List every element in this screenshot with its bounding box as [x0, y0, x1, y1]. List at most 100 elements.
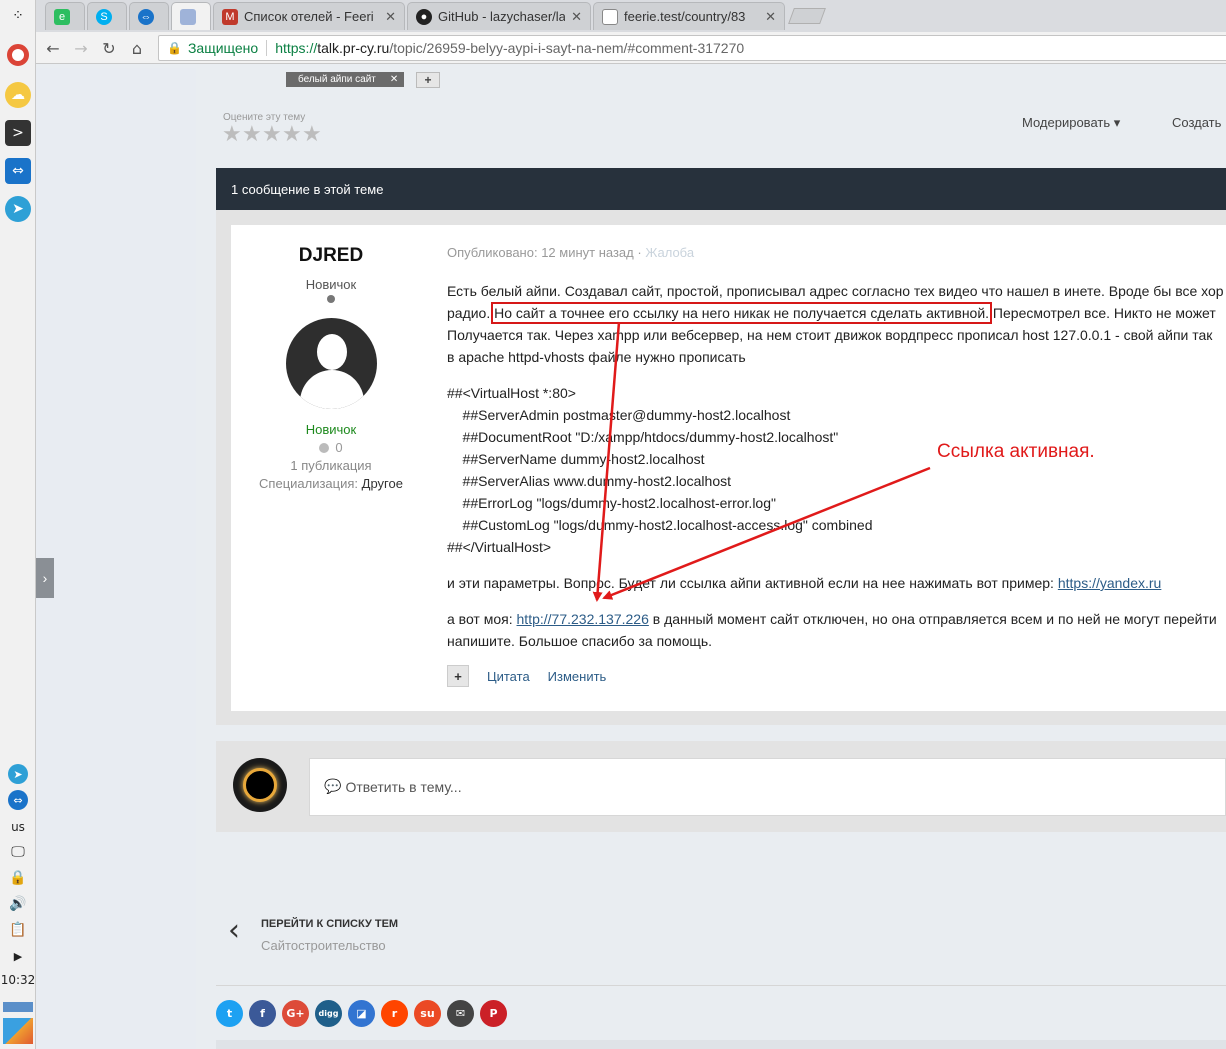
multiquote-button[interactable]: +: [447, 665, 469, 687]
create-button[interactable]: Создать: [1172, 115, 1221, 130]
chrome-icon[interactable]: [7, 44, 29, 66]
workspace-thumbnail[interactable]: [3, 1018, 33, 1044]
vhost-config: ##<VirtualHost *:80> ##ServerAdmin postm…: [447, 382, 1226, 558]
star-icon[interactable]: ★: [282, 123, 302, 147]
telegram-tray-icon[interactable]: ➤: [8, 764, 28, 784]
tab-hotels[interactable]: M Список отелей - Feeri ✕: [213, 2, 405, 30]
reload-icon[interactable]: ↻: [98, 37, 120, 59]
config-line: ##<VirtualHost *:80>: [447, 385, 576, 401]
text-line: в apache httpd-vhosts файле нужно пропис…: [447, 349, 746, 365]
tab-label: feerie.test/country/83: [624, 9, 746, 24]
current-user-avatar[interactable]: [233, 758, 287, 812]
author-name[interactable]: DJRED: [231, 245, 431, 267]
close-icon[interactable]: ✕: [571, 9, 582, 25]
avatar-body: [300, 370, 364, 409]
sidebar-toggle-button[interactable]: ›: [36, 558, 54, 598]
quote-link[interactable]: Цитата: [487, 669, 530, 684]
lock-icon[interactable]: 🔒: [8, 868, 28, 888]
comment-icon: 💬: [324, 779, 342, 795]
pinned-tab-evernote[interactable]: e: [45, 2, 85, 30]
rating-stars[interactable]: ★ ★ ★ ★ ★: [222, 123, 322, 147]
os-taskbar: ⁘ ☁ > ⇔ ➤ ➤ ⇔ us 🖵 🔒 🔊 📋 ▶ 10:32: [0, 0, 36, 1049]
terminal-icon[interactable]: >: [5, 120, 31, 146]
moderate-dropdown[interactable]: Модерировать ▾: [1022, 115, 1120, 131]
add-tag-button[interactable]: +: [416, 72, 440, 88]
author-reputation: 0: [231, 440, 431, 455]
tray-expand-icon[interactable]: ▶: [8, 946, 28, 966]
teamviewer-tray-icon[interactable]: ⇔: [8, 790, 28, 810]
tab-github[interactable]: ● GitHub - lazychaser/la ✕: [407, 2, 591, 30]
stumbleupon-share-icon[interactable]: su: [414, 1000, 441, 1027]
reply-input[interactable]: 💬 Ответить в тему...: [309, 758, 1226, 816]
tab-feerie[interactable]: feerie.test/country/83 ✕: [593, 2, 785, 30]
paragraph-1: Есть белый айпи. Создавал сайт, простой,…: [447, 280, 1226, 368]
app-menu-icon[interactable]: ⁘: [8, 6, 28, 26]
google-plus-share-icon[interactable]: G+: [282, 1000, 309, 1027]
text-fragment: в данный момент сайт отключен, но она от…: [648, 611, 1217, 627]
post-actions: + Цитата Изменить: [447, 665, 606, 687]
teamviewer-icon[interactable]: ⇔: [5, 158, 31, 184]
rank-pip: [327, 295, 335, 303]
display-icon[interactable]: 🖵: [8, 842, 28, 862]
spec-label: Специализация:: [259, 476, 359, 491]
address-bar[interactable]: 🔒 Защищено https:// talk.pr-cy.ru /topic…: [158, 35, 1226, 61]
pinned-tab-teamviewer[interactable]: ⇔: [129, 2, 169, 30]
author-post-count: 1 публикация: [290, 458, 372, 473]
forum-page: белый айпи сайт ✕ + Оцените эту тему ★ ★…: [196, 65, 1226, 1049]
close-icon[interactable]: ✕: [385, 9, 396, 25]
pinned-tab-skype[interactable]: S: [87, 2, 127, 30]
home-icon[interactable]: ⌂: [126, 37, 148, 59]
back-to-topics[interactable]: ‹ ПЕРЕЙТИ К СПИСКУ ТЕМ Сайтостроительств…: [216, 907, 1226, 977]
yandex-link[interactable]: https://yandex.ru: [1058, 575, 1162, 591]
star-icon[interactable]: ★: [262, 123, 282, 147]
active-tab[interactable]: [171, 2, 211, 30]
text-fragment: Пересмотрел все. Никто не может: [989, 305, 1216, 321]
text-fragment: а вот моя:: [447, 611, 517, 627]
star-icon[interactable]: ★: [302, 123, 322, 147]
tab-label: Список отелей - Feeri: [244, 9, 374, 24]
email-share-icon[interactable]: ✉: [447, 1000, 474, 1027]
back-to-topics-title: ПЕРЕЙТИ К СПИСКУ ТЕМ: [261, 918, 399, 930]
digg-share-icon[interactable]: digg: [315, 1000, 342, 1027]
browser-toolbar: ← → ↻ ⌂ 🔒 Защищено https:// talk.pr-cy.r…: [36, 32, 1226, 64]
text-fragment: и эти параметры. Вопрос. Будет ли ссылка…: [447, 575, 1058, 591]
clipboard-icon[interactable]: 📋: [8, 920, 28, 940]
forward-icon[interactable]: →: [70, 37, 92, 59]
facebook-share-icon[interactable]: f: [249, 1000, 276, 1027]
workspace-switcher[interactable]: [3, 1002, 33, 1012]
text-line: Есть белый айпи. Создавал сайт, простой,…: [447, 283, 1224, 299]
star-icon[interactable]: ★: [222, 123, 242, 147]
highlighted-sentence: Но сайт а точнее его ссылку на него ника…: [491, 302, 993, 324]
remove-tag-icon[interactable]: ✕: [390, 74, 398, 85]
twitter-share-icon[interactable]: t: [216, 1000, 243, 1027]
pinterest-share-icon[interactable]: P: [480, 1000, 507, 1027]
close-icon[interactable]: ✕: [765, 9, 776, 25]
tag-chip[interactable]: белый айпи сайт ✕: [286, 72, 405, 87]
volume-icon[interactable]: 🔊: [8, 894, 28, 914]
url-scheme: https://: [275, 40, 318, 56]
padlock-icon: 🔒: [167, 41, 182, 55]
telegram-icon[interactable]: ➤: [5, 196, 31, 222]
edit-link[interactable]: Изменить: [548, 669, 607, 684]
delicious-share-icon[interactable]: ◪: [348, 1000, 375, 1027]
reddit-share-icon[interactable]: r: [381, 1000, 408, 1027]
cloud-app-icon[interactable]: ☁: [5, 82, 31, 108]
document-icon: [602, 8, 618, 25]
url-separator: [266, 40, 268, 56]
author-rank: Новичок: [305, 277, 357, 292]
url-host: talk.pr-cy.ru: [317, 40, 390, 56]
keyboard-layout[interactable]: us: [0, 820, 36, 834]
evernote-icon: e: [54, 8, 70, 25]
avatar[interactable]: [286, 318, 377, 409]
ip-link[interactable]: http://77.232.137.226: [517, 611, 649, 627]
thread-header: 1 сообщение в этой теме: [216, 168, 1226, 210]
back-icon[interactable]: ←: [42, 37, 64, 59]
config-line: ##ErrorLog "logs/dummy-host2.localhost-e…: [447, 495, 776, 511]
new-tab-button[interactable]: [788, 8, 826, 24]
config-line: ##DocumentRoot "D:/xampp/htdocs/dummy-ho…: [447, 429, 839, 445]
report-link[interactable]: Жалоба: [645, 245, 694, 260]
share-buttons: t f G+ digg ◪ r su ✉ P: [216, 1000, 507, 1027]
clock: 10:32: [0, 973, 36, 987]
star-icon[interactable]: ★: [242, 123, 262, 147]
post-meta: Опубликовано: 12 минут назад · Жалоба: [447, 245, 694, 260]
